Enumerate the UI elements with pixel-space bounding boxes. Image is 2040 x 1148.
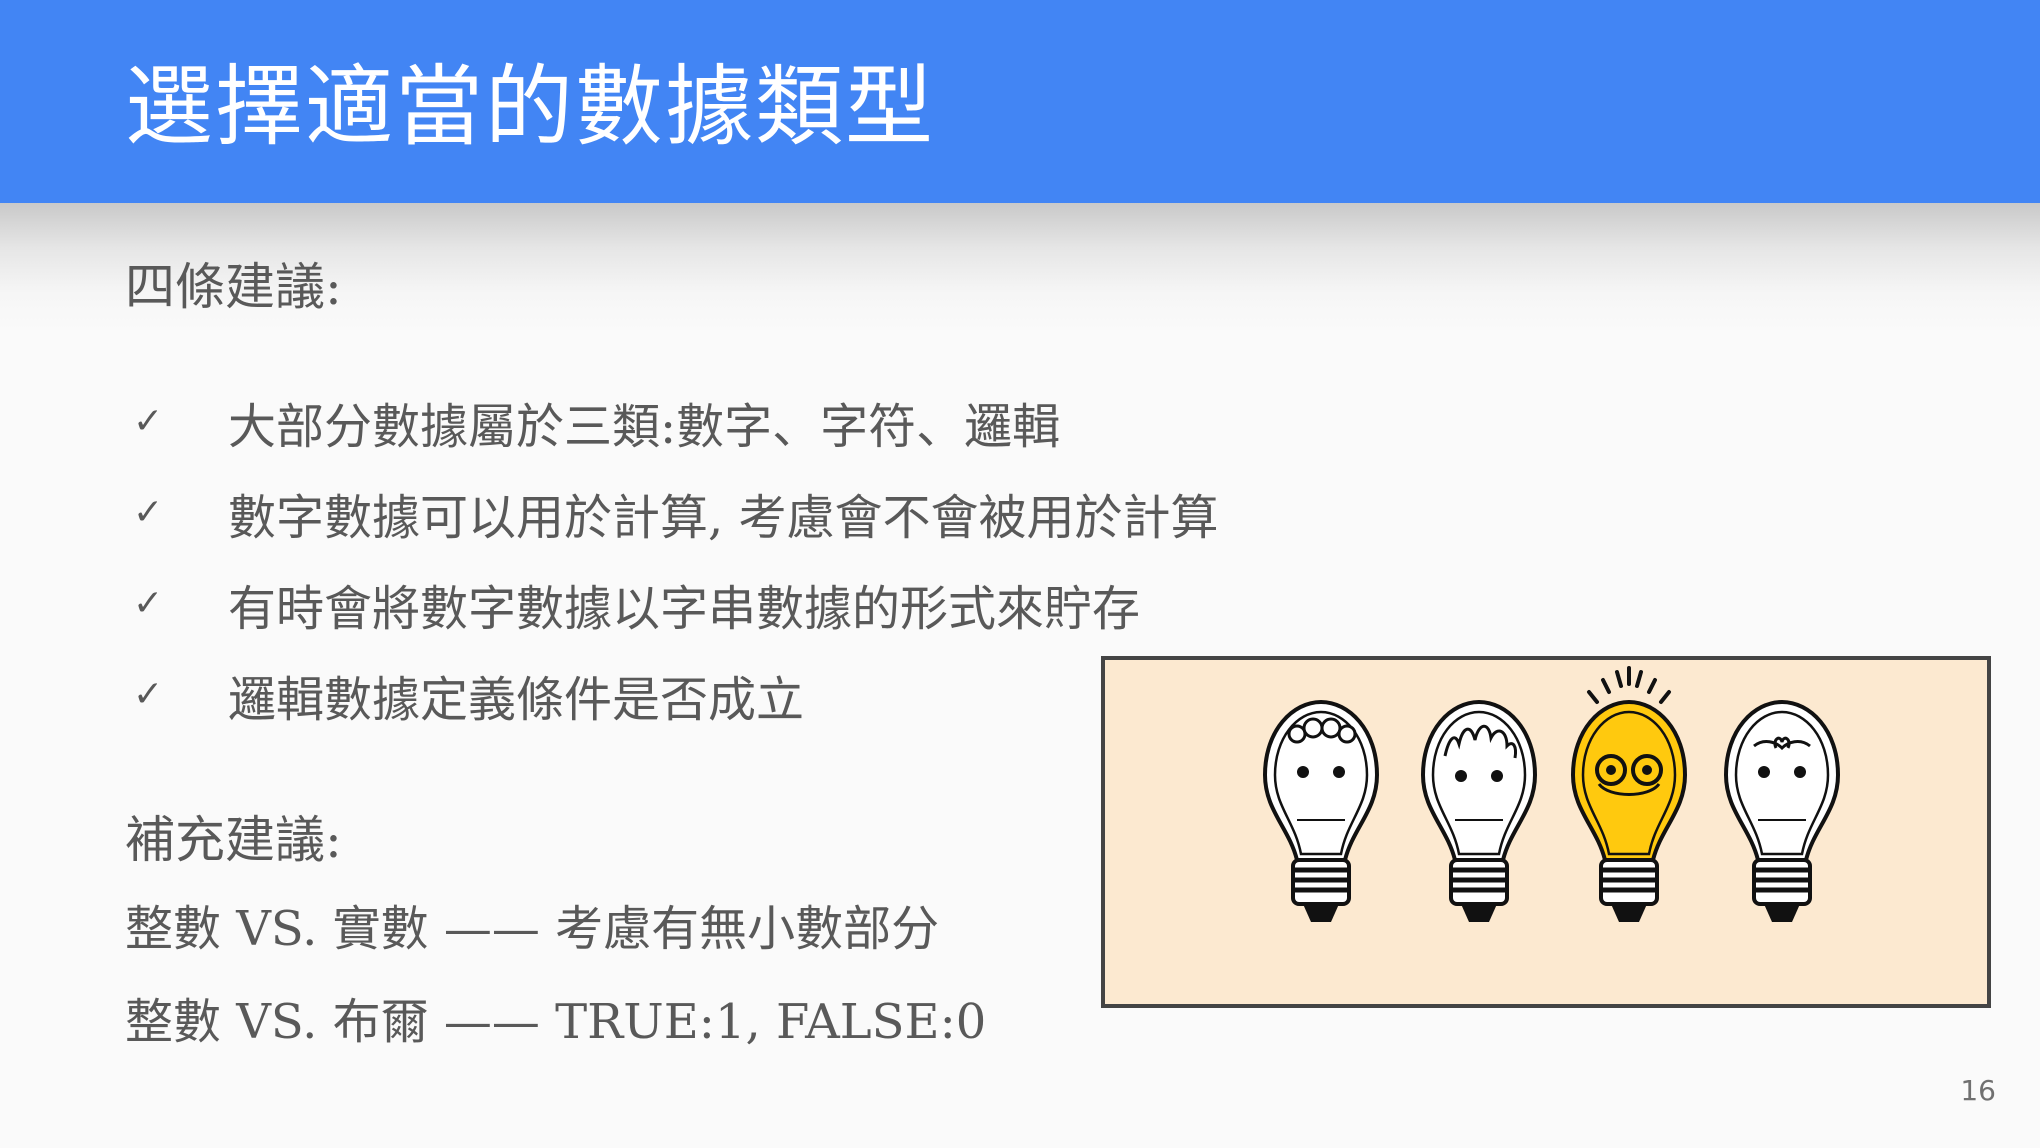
list-item-text: 數字數據可以用於計算, 考慮會不會被用於計算	[228, 490, 1219, 546]
slide-title: 選擇適當的數據類型	[125, 55, 936, 158]
lightbulb-icon	[1262, 699, 1380, 922]
list-item-text: 邏輯數據定義條件是否成立	[228, 672, 805, 728]
lightbulb-icon	[1420, 699, 1538, 922]
checkmark-icon: ✓	[133, 401, 164, 442]
suggestions-heading: 四條建議:	[125, 258, 342, 316]
list-item-text: 大部分數據屬於三類:數字、字符、邏輯	[228, 399, 1061, 455]
supplement-heading: 補充建議:	[125, 811, 342, 869]
checkmark-icon: ✓	[133, 583, 164, 624]
list-item-text: 有時會將數字數據以字串數據的形式來貯存	[228, 581, 1141, 637]
checkmark-icon: ✓	[133, 492, 164, 533]
supplement-line: 整數 VS. 實數 —— 考慮有無小數部分	[125, 901, 940, 957]
light-bulbs-illustration	[1101, 656, 1991, 1008]
checkmark-icon: ✓	[133, 674, 164, 715]
lightbulb-icon	[1723, 699, 1841, 922]
page-number: 16	[1960, 1074, 1996, 1107]
lightbulb-on-icon	[1570, 666, 1688, 922]
supplement-line: 整數 VS. 布爾 —— TRUE:1, FALSE:0	[125, 994, 987, 1050]
